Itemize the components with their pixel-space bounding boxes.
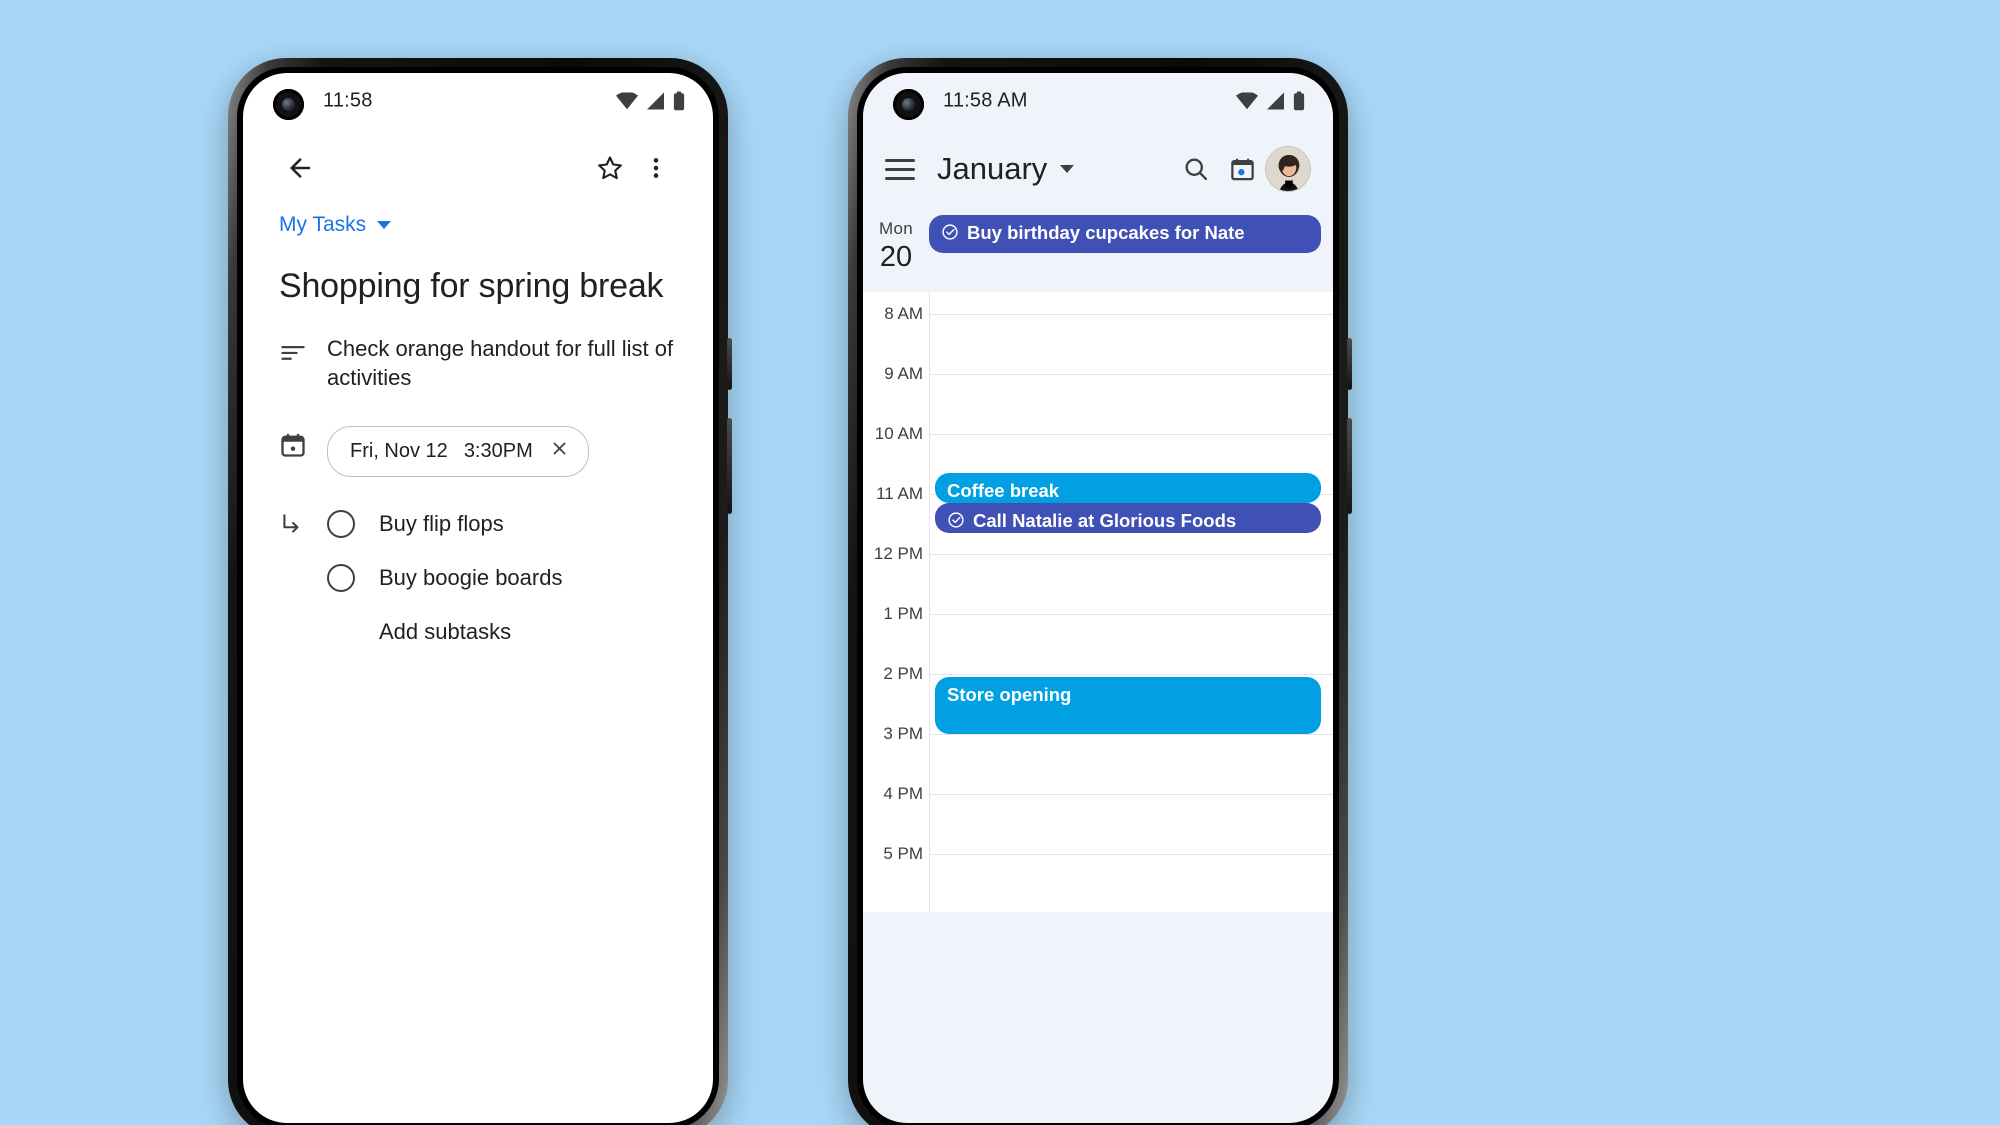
subtask-label: Buy boogie boards	[379, 565, 563, 591]
hour-gridline	[929, 614, 1333, 615]
event-title: Buy birthday cupcakes for Nate	[967, 222, 1245, 243]
subtask-label: Buy flip flops	[379, 511, 504, 537]
calendar-phone-device: 11:58 AM January Mon 20 Buy birthday cup…	[848, 58, 1352, 1125]
calendar-screen: 11:58 AM January Mon 20 Buy birthday cup…	[863, 73, 1333, 1123]
calendar-status-bar: 11:58 AM	[863, 73, 1333, 129]
hour-gridline	[929, 554, 1333, 555]
status-time: 11:58	[323, 89, 373, 112]
subdirectory-arrow-icon	[279, 511, 327, 537]
back-arrow-icon[interactable]	[277, 145, 323, 191]
search-icon[interactable]	[1173, 146, 1219, 192]
hour-gridline	[929, 794, 1333, 795]
tasks-phone-device: 11:58 My Tasks Shopping for spring break…	[228, 58, 732, 1125]
event-title: Store opening	[947, 684, 1072, 705]
hour-label: 5 PM	[883, 844, 923, 863]
battery-icon	[673, 91, 685, 111]
task-check-icon	[941, 223, 959, 246]
due-time-text: 3:30PM	[463, 440, 533, 463]
cell-signal-icon	[646, 92, 665, 110]
hour-label: 12 PM	[873, 544, 923, 563]
status-icon-group	[616, 91, 685, 111]
cell-signal-icon	[1266, 92, 1285, 110]
calendar-icon	[279, 426, 327, 459]
task-list-selector[interactable]: My Tasks	[279, 213, 392, 237]
screenshot-stage: 11:58 My Tasks Shopping for spring break…	[0, 0, 2000, 1125]
battery-icon	[1293, 91, 1305, 111]
day-gutter[interactable]: Mon 20	[863, 215, 929, 274]
subtask-checkbox[interactable]	[327, 564, 355, 593]
calendar-app-bar: January	[863, 129, 1333, 209]
hour-gridline	[929, 434, 1333, 435]
task-description-text: Check orange handout for full list of ac…	[327, 336, 674, 391]
subtask-row-0[interactable]: Buy flip flops	[279, 497, 677, 551]
subtask-checkbox[interactable]	[327, 510, 355, 539]
volume-button[interactable]	[1347, 418, 1352, 514]
hour-label: 4 PM	[883, 784, 923, 803]
task-check-icon	[947, 511, 965, 533]
allday-event-list: Buy birthday cupcakes for Nate	[929, 215, 1333, 274]
weekday-label: Mon	[879, 219, 913, 238]
subtask-row-1[interactable]: Buy boogie boards	[279, 551, 677, 605]
power-button[interactable]	[1347, 338, 1352, 390]
calendar-event[interactable]: Coffee break	[935, 473, 1321, 503]
tasks-status-bar: 11:58	[243, 73, 713, 129]
task-list-label: My Tasks	[279, 213, 367, 236]
calendar-time-grid[interactable]: 8 AM 9 AM 10 AM 11 AM 12 PM 1 PM 2 PM 3 PM 4 PM 5…	[863, 292, 1333, 912]
hour-gridline	[929, 314, 1333, 315]
hour-label: 9 AM	[884, 364, 923, 383]
task-title[interactable]: Shopping for spring break	[279, 267, 677, 306]
hour-label: 10 AM	[874, 424, 923, 443]
close-icon[interactable]	[549, 438, 570, 465]
allday-row: Mon 20 Buy birthday cupcakes for Nate	[863, 209, 1333, 292]
power-button[interactable]	[727, 338, 732, 390]
hamburger-menu-icon[interactable]	[885, 153, 915, 186]
status-time: 11:58 AM	[943, 89, 1028, 112]
hour-label: 3 PM	[883, 724, 923, 743]
task-description-row[interactable]: Check orange handout for full list of ac…	[279, 334, 677, 392]
task-duedate-body: Fri, Nov 12 3:30PM	[327, 426, 677, 478]
volume-button[interactable]	[727, 418, 732, 514]
month-label: January	[937, 151, 1048, 186]
tasks-app-bar	[243, 129, 713, 207]
event-title: Call Natalie at Glorious Foods	[973, 510, 1237, 531]
calendar-event[interactable]: Call Natalie at Glorious Foods	[935, 503, 1321, 533]
calendar-view-icon[interactable]	[1219, 146, 1265, 192]
front-camera-icon	[273, 89, 304, 120]
task-description-body: Check orange handout for full list of ac…	[327, 334, 677, 392]
chevron-down-icon	[377, 221, 392, 229]
wifi-icon	[616, 92, 638, 110]
hour-label: 2 PM	[883, 664, 923, 683]
hour-gridline	[929, 374, 1333, 375]
wifi-icon	[1236, 92, 1258, 110]
allday-event[interactable]: Buy birthday cupcakes for Nate	[929, 215, 1321, 253]
month-selector[interactable]: January	[937, 151, 1075, 187]
chevron-down-icon	[1060, 165, 1075, 173]
add-subtasks-button[interactable]: Add subtasks	[279, 619, 677, 645]
hour-gridline	[929, 674, 1333, 675]
task-duedate-row: Fri, Nov 12 3:30PM	[279, 426, 677, 478]
status-icon-group	[1236, 91, 1305, 111]
user-avatar[interactable]	[1265, 146, 1311, 192]
hour-label: 8 AM	[884, 304, 923, 323]
notes-icon	[279, 334, 327, 367]
event-title: Coffee break	[947, 480, 1060, 501]
star-outline-icon[interactable]	[587, 145, 633, 191]
calendar-event[interactable]: Store opening	[935, 677, 1321, 734]
hour-gridline	[929, 854, 1333, 855]
due-date-chip[interactable]: Fri, Nov 12 3:30PM	[327, 426, 589, 478]
tasks-screen: 11:58 My Tasks Shopping for spring break…	[243, 73, 713, 1123]
more-vertical-icon[interactable]	[633, 145, 679, 191]
day-number: 20	[879, 241, 913, 273]
grid-divider	[929, 292, 930, 912]
hour-label: 11 AM	[876, 484, 923, 503]
hour-label: 1 PM	[883, 604, 923, 623]
due-date-text: Fri, Nov 12	[350, 440, 448, 463]
hour-gridline	[929, 734, 1333, 735]
front-camera-icon	[893, 89, 924, 120]
